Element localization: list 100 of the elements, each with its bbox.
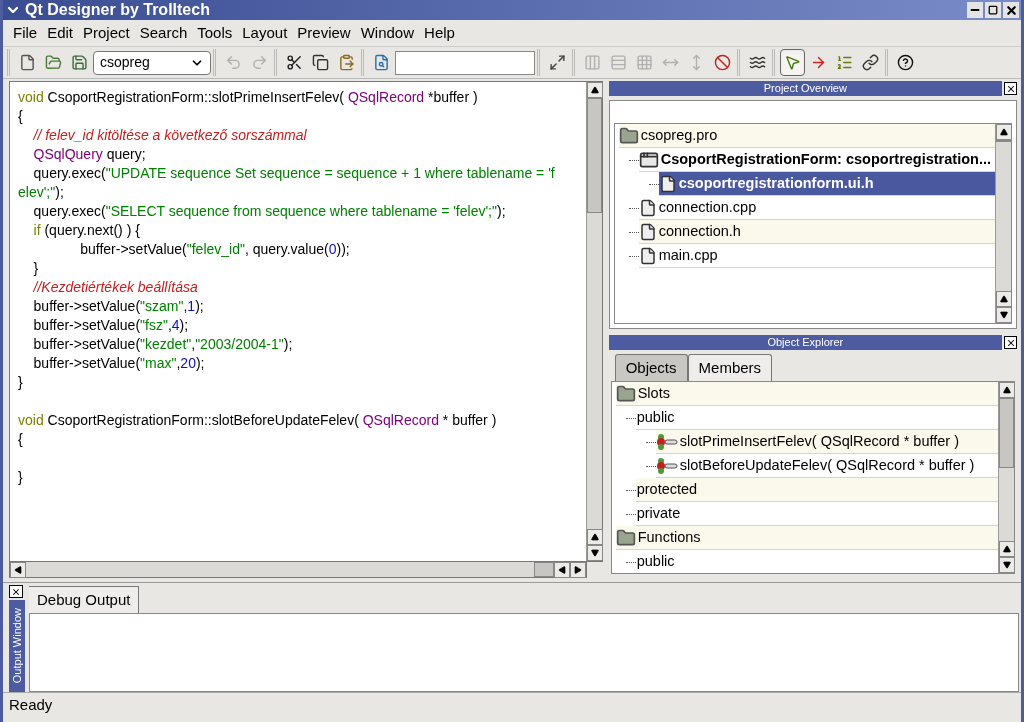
arrow-up-icon (1003, 386, 1011, 394)
dock-title-bar: Project Overview (608, 81, 1002, 96)
tab[interactable]: Members (687, 354, 773, 381)
arrow-down-icon (590, 549, 599, 557)
minimize-button[interactable] (967, 2, 983, 18)
code-line: buffer->setValue("fsz",4); (32, 316, 189, 335)
menu-item[interactable]: Project (79, 21, 134, 45)
status-text: Ready (9, 695, 53, 716)
redo-icon (251, 54, 268, 71)
arrow-left-icon (14, 566, 22, 574)
code-line: //Kezdetiértékek beállítása (32, 278, 198, 297)
dock-title-bar: Object Explorer (608, 335, 1002, 350)
resize-icon (549, 54, 566, 71)
folder-icon (615, 383, 636, 404)
tree-item[interactable]: protected (635, 478, 998, 502)
scroll-up-button[interactable] (996, 291, 1012, 307)
search-field[interactable] (395, 50, 535, 75)
menu-item[interactable]: Window (356, 21, 419, 45)
close-button[interactable] (1004, 82, 1017, 95)
tree-item[interactable]: connection.cpp (638, 196, 995, 220)
code-line: elev';"); (18, 183, 64, 202)
link-icon (862, 54, 879, 71)
file-icon (638, 222, 657, 241)
arrow-down-icon (1003, 561, 1011, 569)
code-line: buffer->setValue("kezdet","2003/2004-1"); (32, 335, 293, 354)
folder-icon (615, 527, 636, 548)
maximize-button[interactable] (985, 2, 1001, 18)
menu-item[interactable]: Preview (293, 21, 355, 45)
tree-item[interactable]: Slots (615, 382, 998, 406)
grid-icon (636, 54, 653, 71)
file-icon (658, 174, 677, 193)
menu-item[interactable]: Help (420, 21, 459, 45)
menu-item[interactable]: Tools (193, 21, 237, 45)
file-icon (19, 54, 36, 71)
code-line: if (query.next() ) { (32, 221, 140, 240)
code-line: } (32, 259, 39, 278)
code-line: buffer->setValue("max",20); (32, 354, 205, 373)
dock-title-bar: Output Window (9, 600, 25, 692)
floppy-icon (71, 54, 88, 71)
code-line: { (18, 107, 23, 126)
scroll-down-button[interactable] (999, 557, 1015, 573)
vertical-scrollbar[interactable] (995, 124, 1011, 323)
scroll-down-button[interactable] (586, 545, 603, 561)
scroll-left-button[interactable] (10, 562, 26, 578)
folder-icon (45, 54, 62, 71)
scroll-up-button[interactable] (996, 124, 1012, 140)
tab[interactable]: Debug Output (29, 586, 140, 613)
tree-item[interactable]: csoportregistrationform.ui.h (658, 172, 995, 196)
scroll-up-button[interactable] (586, 82, 603, 98)
menu-item[interactable]: Layout (238, 21, 292, 45)
code-line: // felev_id kitöltése a következő sorszámmal (32, 126, 307, 145)
columns-icon (584, 54, 601, 71)
menu-item[interactable]: Search (135, 21, 192, 45)
code-line: } (18, 373, 23, 392)
folder-icon (618, 125, 639, 146)
arrow-up-icon (1000, 295, 1008, 303)
undo-icon (225, 54, 242, 71)
arrow-down-icon (1000, 311, 1008, 319)
pointer-icon (784, 54, 801, 71)
close-icon (11, 586, 21, 597)
scroll-up-button[interactable] (999, 541, 1015, 557)
arrow-up-icon (590, 86, 599, 94)
numbered-list-icon (836, 54, 853, 71)
code-line: void CsoportRegistrationForm::slotBeforeUpdateFelev( QSqlRecord * buffer ) (18, 411, 497, 430)
tree-item[interactable]: slotPrimeInsertFelev( QSqlRecord * buffer ) (655, 430, 998, 454)
tab[interactable]: Objects (614, 354, 688, 381)
vertical-scrollbar[interactable] (998, 382, 1014, 573)
project-combo[interactable]: csopreg (93, 50, 211, 75)
scroll-down-button[interactable] (996, 307, 1012, 323)
code-line: } (18, 468, 23, 487)
no-entry-icon (714, 54, 731, 71)
menu-item[interactable]: Edit (43, 21, 78, 45)
maximize-icon (988, 5, 998, 15)
clipboard-icon (338, 54, 355, 71)
code-line: query.exec("SELECT sequence from sequence where tablename = 'felev';"); (32, 202, 506, 221)
code-line: QSqlQuery query; (32, 145, 146, 164)
tree-item[interactable]: csopreg.pro (618, 124, 995, 148)
code-line: buffer->setValue("felev_id", query.value(0)); (79, 240, 350, 259)
menu-item[interactable]: File (9, 21, 42, 45)
arrow-up-icon (1000, 128, 1008, 136)
code-line: void CsoportRegistrationForm::slotPrimeInsertFelev( QSqlRecord *buffer ) (18, 88, 478, 107)
tree-item[interactable]: main.cpp (638, 244, 995, 268)
help-icon (897, 54, 914, 71)
copy-icon (312, 54, 329, 71)
file-icon (638, 246, 657, 265)
scroll-up-button[interactable] (586, 529, 603, 545)
arrow-up-icon (1003, 545, 1011, 553)
close-button[interactable] (9, 585, 23, 598)
close-button[interactable] (1003, 2, 1019, 18)
pointer-button[interactable] (780, 49, 805, 76)
horizontal-scrollbar[interactable] (9, 562, 587, 578)
tree-item[interactable]: Functions (615, 526, 998, 550)
tree-item[interactable]: connection.h (638, 220, 995, 244)
code-line: { (18, 430, 23, 449)
scroll-up-button[interactable] (999, 382, 1015, 398)
vertical-scrollbar[interactable] (585, 82, 602, 561)
code-line: buffer->setValue("szam",1); (32, 297, 204, 316)
window-title: Qt Designer by Trolltech (25, 0, 211, 20)
code-line: query.exec("UPDATE sequence Set sequence = sequence + 1 where tablename = 'f (32, 164, 555, 183)
close-button[interactable] (1004, 336, 1017, 349)
